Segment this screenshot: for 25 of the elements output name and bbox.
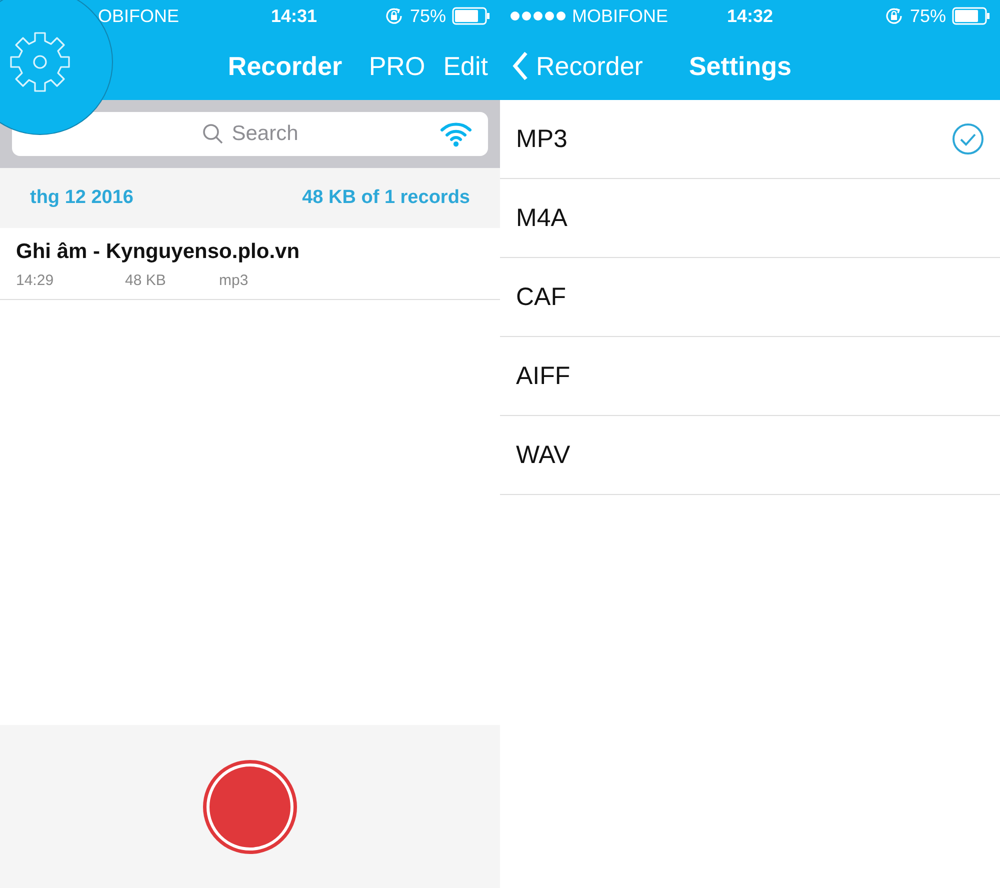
nav-title: Recorder [228,50,342,82]
back-chevron-icon [512,51,528,81]
battery-percentage: 75% [910,6,946,26]
battery-icon [952,7,990,25]
nav-title: Settings [688,50,792,82]
format-option[interactable]: AIFF [500,337,1000,416]
carrier-name: MOBIFONE [572,6,668,26]
signal-icon [510,11,566,21]
format-option[interactable]: M4A [500,179,1000,258]
settings-icon [7,29,73,95]
status-time: 14:32 [726,6,774,26]
search-icon [202,123,224,145]
rotation-lock-icon [884,6,904,26]
format-option[interactable]: CAF [500,258,1000,337]
battery-percentage: 75% [410,6,446,26]
record-button[interactable] [201,758,299,856]
carrier-name: OBIFONE [98,6,180,26]
wifi-icon[interactable] [440,120,472,148]
section-date: thg 12 2016 [30,187,134,209]
format-option[interactable]: WAV [500,416,1000,495]
battery-icon [452,7,490,25]
rotation-lock-icon [384,6,404,26]
format-option[interactable]: MP3 [500,100,1000,179]
storage-summary: 48 KB of 1 records [302,187,470,209]
status-time: 14:31 [270,6,318,26]
